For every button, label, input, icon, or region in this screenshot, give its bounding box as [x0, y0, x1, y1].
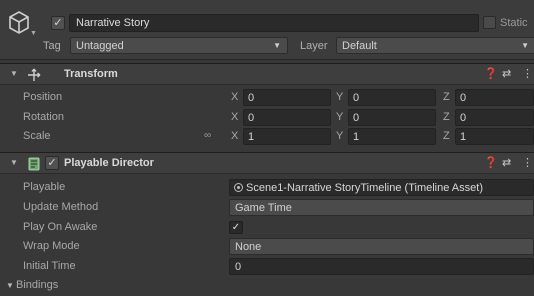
wrap-mode-row: Wrap Mode None: [0, 237, 534, 257]
position-x-field[interactable]: 0: [243, 89, 331, 106]
wrap-mode-dropdown[interactable]: None: [229, 238, 534, 255]
kebab-menu-icon[interactable]: ⋮: [522, 156, 533, 169]
update-method-value: Game Time: [235, 202, 292, 214]
playable-director-title: Playable Director: [64, 157, 154, 169]
component-enabled-checkbox[interactable]: ✓: [45, 156, 59, 170]
rotation-y-field[interactable]: 0: [348, 109, 436, 126]
z-axis-label[interactable]: Z: [443, 130, 450, 142]
component-header-icons: ❓ ⇄ ⋮: [474, 156, 534, 172]
bindings-row[interactable]: ▼ Bindings: [0, 276, 534, 296]
rotation-row: Rotation X 0 Y 0 Z 0: [0, 108, 534, 128]
scale-y-field[interactable]: 1: [348, 128, 436, 145]
scale-label: Scale: [23, 130, 51, 142]
position-row: Position X 0 Y 0 Z 0: [0, 88, 534, 108]
rotation-label: Rotation: [23, 111, 64, 123]
help-icon[interactable]: ❓: [484, 156, 498, 169]
transform-header[interactable]: ▼ Transform ❓ ⇄ ⋮: [0, 63, 534, 85]
chevron-down-icon: ▼: [521, 41, 529, 50]
gameobject-name-field[interactable]: Narrative Story: [69, 14, 479, 32]
layer-label: Layer: [300, 40, 328, 52]
initial-time-label: Initial Time: [23, 260, 76, 272]
active-checkbox[interactable]: ✓: [51, 16, 65, 30]
update-method-label: Update Method: [23, 201, 99, 213]
scale-z-field[interactable]: 1: [455, 128, 534, 145]
wrap-mode-label: Wrap Mode: [23, 240, 80, 252]
playable-object-field[interactable]: Scene1-Narrative StoryTimeline (Timeline…: [229, 179, 534, 196]
link-icon[interactable]: ∞: [204, 130, 211, 141]
play-on-awake-checkbox[interactable]: ✓: [229, 221, 243, 234]
position-y-field[interactable]: 0: [348, 89, 436, 106]
playable-row: Playable Scene1-Narrative StoryTimeline …: [0, 178, 534, 198]
y-axis-label[interactable]: Y: [336, 130, 343, 142]
layer-value: Default: [342, 40, 377, 52]
inspector-panel: ▼ ✓ Narrative Story Static Tag Untagged …: [0, 0, 534, 296]
update-method-dropdown[interactable]: Game Time: [229, 199, 534, 216]
tag-dropdown[interactable]: Untagged ▼: [70, 37, 288, 54]
foldout-arrow-icon[interactable]: ▼: [10, 69, 18, 78]
y-axis-label[interactable]: Y: [336, 91, 343, 103]
x-axis-label[interactable]: X: [231, 130, 238, 142]
gameobject-header: ▼ ✓ Narrative Story Static Tag Untagged …: [0, 0, 534, 60]
play-on-awake-label: Play On Awake: [23, 221, 98, 233]
cube-icon[interactable]: [8, 10, 30, 36]
tag-label: Tag: [43, 40, 61, 52]
chevron-down-icon[interactable]: ▼: [30, 30, 37, 37]
component-header-icons: ❓ ⇄ ⋮: [474, 67, 534, 83]
presets-icon[interactable]: ⇄: [502, 67, 511, 80]
y-axis-label[interactable]: Y: [336, 111, 343, 123]
playable-value: Scene1-Narrative StoryTimeline (Timeline…: [246, 182, 483, 194]
transform-title: Transform: [64, 68, 118, 80]
presets-icon[interactable]: ⇄: [502, 156, 511, 169]
initial-time-row: Initial Time 0: [0, 257, 534, 277]
chevron-down-icon: ▼: [273, 41, 281, 50]
layer-dropdown[interactable]: Default ▼: [336, 37, 534, 54]
static-checkbox[interactable]: [483, 16, 496, 29]
scale-x-field[interactable]: 1: [243, 128, 331, 145]
position-label: Position: [23, 91, 63, 103]
play-on-awake-row: Play On Awake ✓: [0, 218, 534, 238]
z-axis-label[interactable]: Z: [443, 111, 450, 123]
help-icon[interactable]: ❓: [484, 67, 498, 80]
static-label: Static: [500, 17, 528, 29]
position-z-field[interactable]: 0: [455, 89, 534, 106]
wrap-mode-value: None: [235, 241, 262, 253]
z-axis-label[interactable]: Z: [443, 91, 450, 103]
update-method-row: Update Method Game Time: [0, 198, 534, 218]
kebab-menu-icon[interactable]: ⋮: [522, 67, 533, 80]
rotation-x-field[interactable]: 0: [243, 109, 331, 126]
foldout-arrow-icon[interactable]: ▼: [6, 281, 14, 290]
playable-label: Playable: [23, 181, 66, 193]
x-axis-label[interactable]: X: [231, 91, 238, 103]
director-icon: [28, 157, 40, 171]
playable-director-header[interactable]: ▼ ✓ Playable Director ❓ ⇄ ⋮: [0, 152, 534, 174]
initial-time-field[interactable]: 0: [229, 258, 534, 275]
move-arrows-icon: [28, 68, 41, 81]
bindings-label[interactable]: Bindings: [16, 279, 58, 291]
rotation-z-field[interactable]: 0: [455, 109, 534, 126]
x-axis-label[interactable]: X: [231, 111, 238, 123]
foldout-arrow-icon[interactable]: ▼: [10, 158, 18, 167]
object-picker-icon[interactable]: [234, 183, 243, 192]
tag-value: Untagged: [76, 40, 124, 52]
scale-row: Scale ∞ X 1 Y 1 Z 1: [0, 127, 534, 147]
